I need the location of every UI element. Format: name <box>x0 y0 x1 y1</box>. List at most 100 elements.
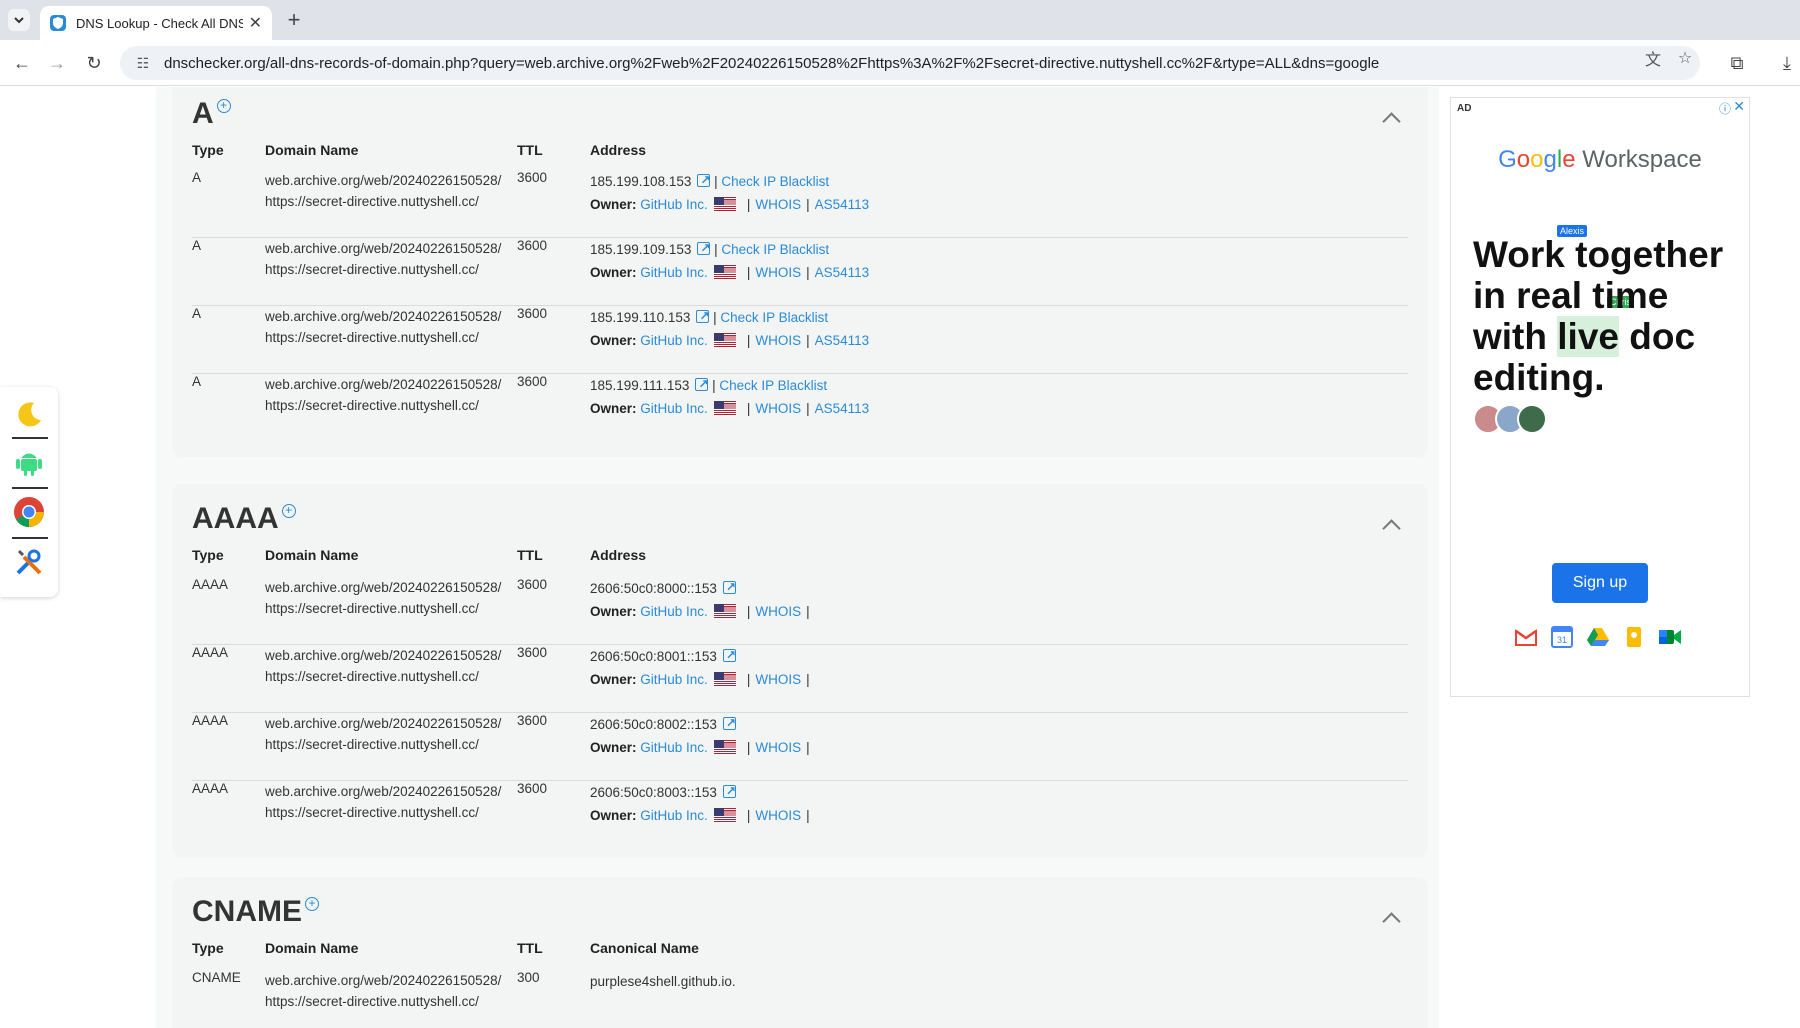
us-flag-icon <box>713 672 736 686</box>
sign-up-button[interactable]: Sign up <box>1552 563 1648 603</box>
table-row: AAAA web.archive.org/web/20240226150528/… <box>192 576 1408 645</box>
asn-link[interactable]: AS54113 <box>815 265 870 280</box>
whois-link[interactable]: WHOIS <box>755 808 801 823</box>
us-flag-icon <box>713 604 736 618</box>
table-header: Type Domain Name TTL Address <box>192 547 647 563</box>
meet-icon <box>1659 630 1681 644</box>
tools-icon[interactable] <box>12 545 46 579</box>
arrow-right-icon[interactable]: → <box>45 51 69 75</box>
owner-link[interactable]: GitHub Inc. <box>640 265 708 280</box>
table-row: AAAA web.archive.org/web/20240226150528/… <box>192 644 1408 713</box>
floating-toolbar <box>0 387 58 597</box>
us-flag-icon <box>713 401 736 415</box>
ad-banner[interactable]: AD ⓘ ✕ Google Workspace Alexis Chris Wor… <box>1450 97 1750 697</box>
calendar-icon: 31 <box>1551 626 1573 648</box>
close-icon[interactable]: ✕ <box>1733 98 1745 115</box>
arrow-left-icon[interactable]: ← <box>10 51 34 75</box>
whois-link[interactable]: WHOIS <box>755 265 801 280</box>
whois-link[interactable]: WHOIS <box>755 401 801 416</box>
owner-link[interactable]: GitHub Inc. <box>640 808 708 823</box>
chrome-icon[interactable] <box>12 495 46 529</box>
table-row: AAAA web.archive.org/web/20240226150528/… <box>192 712 1408 781</box>
tab-strip: DNS Lookup - Check All DNS ✕ + <box>0 0 1800 40</box>
add-circle-icon[interactable]: + <box>305 896 319 911</box>
whois-link[interactable]: WHOIS <box>755 740 801 755</box>
avatar <box>1517 404 1547 434</box>
dns-section-aaaa: AAAA + Type Domain Name TTL Address AAAA … <box>172 484 1428 858</box>
table-header: Type Domain Name TTL Canonical Name <box>192 940 699 956</box>
external-link-icon[interactable] <box>722 644 736 667</box>
star-icon[interactable]: ☆ <box>1676 49 1694 67</box>
table-row: A web.archive.org/web/20240226150528/htt… <box>192 237 1408 306</box>
moon-icon[interactable] <box>12 397 46 431</box>
us-flag-icon <box>713 265 736 279</box>
translate-icon[interactable]: 文 <box>1644 49 1662 69</box>
ad-label: AD <box>1457 103 1472 114</box>
section-title: CNAME + <box>192 895 319 929</box>
owner-link[interactable]: GitHub Inc. <box>640 333 708 348</box>
whois-link[interactable]: WHOIS <box>755 604 801 619</box>
tune-icon[interactable]: ☷ <box>134 54 152 72</box>
chevron-up-icon[interactable] <box>1382 109 1400 127</box>
table-row: A web.archive.org/web/20240226150528/htt… <box>192 169 1408 238</box>
chevron-up-icon[interactable] <box>1382 909 1400 927</box>
chevron-up-icon[interactable] <box>1382 516 1400 534</box>
asn-link[interactable]: AS54113 <box>815 197 870 212</box>
browser-tab[interactable]: DNS Lookup - Check All DNS ✕ <box>40 6 272 40</box>
chevron-down-icon[interactable] <box>8 9 30 31</box>
browser-toolbar: ← → ↻ ☷ dnschecker.org/all-dns-records-o… <box>0 40 1800 86</box>
puzzle-icon[interactable]: ⧉ <box>1726 52 1748 74</box>
owner-link[interactable]: GitHub Inc. <box>640 740 708 755</box>
add-circle-icon[interactable]: + <box>281 503 296 518</box>
table-row: A web.archive.org/web/20240226150528/htt… <box>192 305 1408 374</box>
owner-link[interactable]: GitHub Inc. <box>640 401 708 416</box>
table-row: AAAA web.archive.org/web/20240226150528/… <box>192 780 1408 849</box>
section-title: A + <box>192 97 231 131</box>
external-link-icon[interactable] <box>722 576 736 599</box>
external-link-icon[interactable] <box>697 169 710 192</box>
android-icon[interactable] <box>12 445 46 479</box>
check-ip-blacklist-link[interactable]: Check IP Blacklist <box>719 378 827 393</box>
external-link-icon[interactable] <box>697 237 710 260</box>
us-flag-icon <box>713 333 736 347</box>
whois-link[interactable]: WHOIS <box>755 197 801 212</box>
check-ip-blacklist-link[interactable]: Check IP Blacklist <box>721 242 829 257</box>
google-workspace-logo: Google Workspace <box>1498 146 1702 173</box>
owner-link[interactable]: GitHub Inc. <box>640 672 708 687</box>
dnschecker-shield-icon <box>50 15 66 31</box>
gmail-icon <box>1515 629 1537 646</box>
plus-icon[interactable]: + <box>282 7 306 32</box>
asn-link[interactable]: AS54113 <box>815 401 870 416</box>
workspace-apps: 31 <box>1514 625 1694 649</box>
tab-title: DNS Lookup - Check All DNS <box>76 15 243 31</box>
page: A + Type Domain Name TTL Address A web.ar… <box>0 87 1800 1028</box>
external-link-icon[interactable] <box>722 780 736 803</box>
owner-link[interactable]: GitHub Inc. <box>640 197 708 212</box>
external-link-icon[interactable] <box>696 305 709 328</box>
svg-text:31: 31 <box>1557 635 1567 645</box>
external-link-icon[interactable] <box>722 712 736 735</box>
us-flag-icon <box>713 197 736 211</box>
us-flag-icon <box>713 808 736 822</box>
external-link-icon[interactable] <box>695 373 708 396</box>
check-ip-blacklist-link[interactable]: Check IP Blacklist <box>721 174 829 189</box>
dns-section-a: A + Type Domain Name TTL Address A web.ar… <box>172 87 1428 457</box>
section-title: AAAA + <box>192 502 296 536</box>
dns-section-cname: CNAME + Type Domain Name TTL Canonical Na… <box>172 877 1428 1028</box>
asn-link[interactable]: AS54113 <box>815 333 870 348</box>
drive-icon <box>1587 628 1609 646</box>
collaborator-avatars <box>1473 404 1563 436</box>
reload-icon[interactable]: ↻ <box>82 51 106 75</box>
whois-link[interactable]: WHOIS <box>755 672 801 687</box>
address-bar[interactable]: ☷ dnschecker.org/all-dns-records-of-doma… <box>120 46 1700 80</box>
owner-link[interactable]: GitHub Inc. <box>640 604 708 619</box>
download-icon[interactable]: ⤓ <box>1776 52 1798 74</box>
url-text: dnschecker.org/all-dns-records-of-domain… <box>164 54 1380 72</box>
info-icon[interactable]: ⓘ <box>1719 100 1731 117</box>
ad-headline: Work together in real time with live doc… <box>1473 234 1724 398</box>
table-header: Type Domain Name TTL Address <box>192 142 647 158</box>
close-icon[interactable]: ✕ <box>249 13 262 33</box>
check-ip-blacklist-link[interactable]: Check IP Blacklist <box>720 310 828 325</box>
add-circle-icon[interactable]: + <box>216 98 231 113</box>
whois-link[interactable]: WHOIS <box>755 333 801 348</box>
